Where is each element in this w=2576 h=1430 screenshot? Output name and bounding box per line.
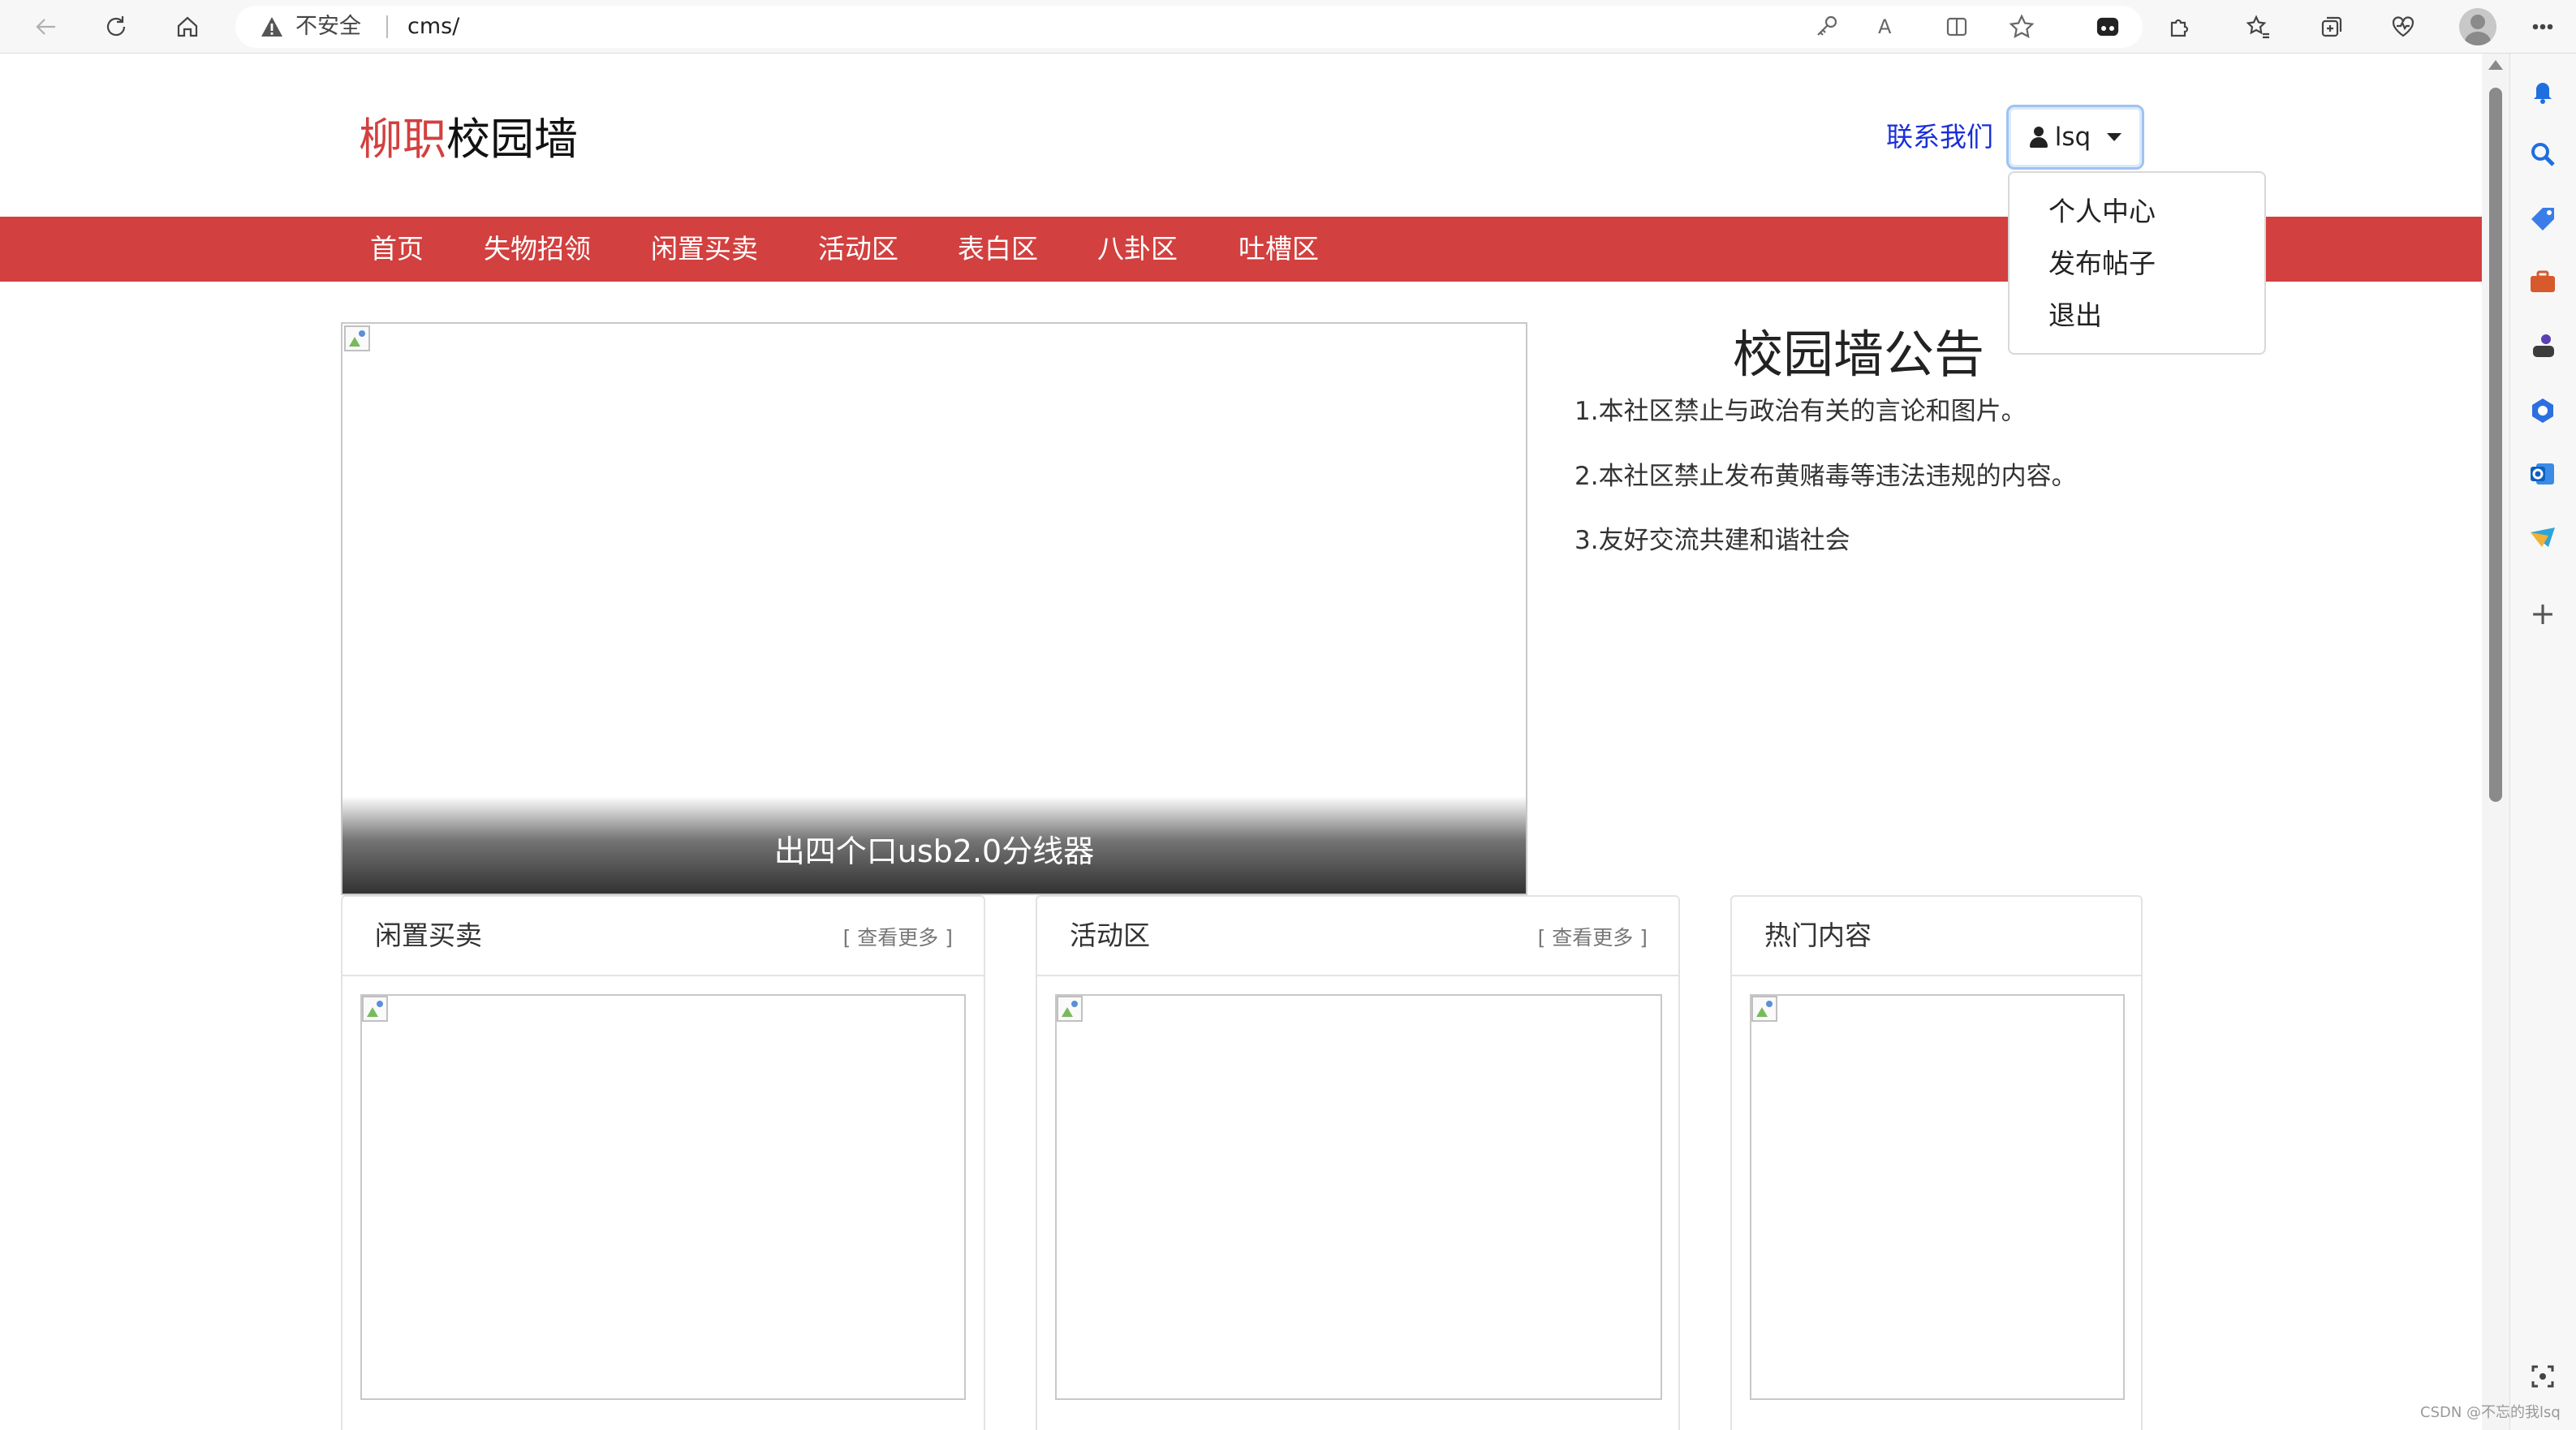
- drop-send-icon[interactable]: [2526, 521, 2559, 553]
- key-icon[interactable]: [1813, 13, 1841, 41]
- extension-tampermonkey-icon[interactable]: [2087, 6, 2128, 47]
- menu-item-profile[interactable]: 个人中心: [2048, 194, 2156, 230]
- user-name: lsq: [2054, 123, 2091, 152]
- brand-part-red: 柳职: [359, 114, 446, 165]
- web-page: 柳职校园墙 联系我们 lsq 首页 失物招领 闲置买卖 活动区 表白区 八卦区 …: [0, 54, 2482, 1430]
- more-menu-icon[interactable]: [2522, 6, 2563, 47]
- watermark-text: CSDN @不忘的我lsq: [2420, 1404, 2561, 1421]
- extensions-puzzle-icon[interactable]: [2159, 6, 2199, 47]
- user-menu-button[interactable]: lsq: [2006, 105, 2144, 170]
- menu-item-publish-post[interactable]: 发布帖子: [2048, 246, 2156, 282]
- nav-item-home[interactable]: 首页: [370, 217, 424, 282]
- favorites-list-icon[interactable]: [2238, 6, 2279, 47]
- security-status: 不安全: [295, 14, 361, 39]
- tools-briefcase-icon[interactable]: [2526, 266, 2559, 299]
- user-dropdown-menu: 个人中心 发布帖子 退出: [2008, 171, 2266, 355]
- outlook-icon[interactable]: [2526, 458, 2559, 490]
- card-image[interactable]: [360, 994, 966, 1400]
- card-title: 活动区: [1070, 920, 1150, 951]
- microsoft-365-icon[interactable]: [2526, 394, 2559, 427]
- split-screen-icon[interactable]: [1943, 13, 1971, 41]
- nav-item-lost-found[interactable]: 失物招领: [484, 217, 591, 282]
- view-more-link[interactable]: [ 查看更多 ]: [843, 926, 953, 950]
- browser-toolbar: 不安全 cms/ A: [0, 0, 2576, 54]
- card-title: 闲置买卖: [375, 920, 482, 951]
- address-bar[interactable]: 不安全 cms/ A: [235, 6, 2143, 48]
- collections-icon[interactable]: [2311, 6, 2352, 47]
- shopping-tag-icon[interactable]: [2526, 203, 2559, 235]
- card-activity: 活动区 [ 查看更多 ]: [1036, 895, 1680, 1430]
- nav-item-rant[interactable]: 吐槽区: [1238, 217, 1319, 282]
- games-icon[interactable]: [2526, 330, 2559, 362]
- card-second-hand: 闲置买卖 [ 查看更多 ]: [341, 895, 985, 1430]
- card-header: 闲置买卖 [ 查看更多 ]: [342, 897, 984, 976]
- user-icon: [2029, 127, 2048, 148]
- back-icon[interactable]: [26, 6, 67, 47]
- read-aloud-icon[interactable]: A: [1878, 13, 1906, 41]
- broken-image-icon: [1057, 996, 1083, 1022]
- notice-item-3: 3.友好交流共建和谐社会: [1574, 526, 1850, 555]
- site-brand[interactable]: 柳职校园墙: [359, 111, 578, 168]
- card-header: 活动区 [ 查看更多 ]: [1037, 897, 1678, 976]
- nav-item-second-hand[interactable]: 闲置买卖: [651, 217, 758, 282]
- broken-image-icon: [362, 996, 388, 1022]
- favorite-star-icon[interactable]: [2008, 13, 2035, 41]
- broken-image-icon: [344, 325, 370, 351]
- home-icon[interactable]: [167, 6, 208, 47]
- card-header: 热门内容: [1732, 897, 2141, 976]
- notice-item-2: 2.本社区禁止发布黄赌毒等违法违规的内容。: [1574, 462, 2077, 491]
- browser-essentials-icon[interactable]: [2383, 6, 2423, 47]
- nav-item-activity[interactable]: 活动区: [818, 217, 898, 282]
- screenshot-capture-icon[interactable]: [2526, 1360, 2559, 1393]
- nav-item-gossip[interactable]: 八卦区: [1097, 217, 1178, 282]
- brand-part-black: 校园墙: [446, 114, 578, 165]
- card-image[interactable]: [1750, 994, 2125, 1400]
- notice-item-1: 1.本社区禁止与政治有关的言论和图片。: [1574, 397, 2027, 426]
- view-more-link[interactable]: [ 查看更多 ]: [1538, 926, 1648, 950]
- broken-image-icon: [1751, 996, 1777, 1022]
- card-image[interactable]: [1055, 994, 1662, 1400]
- card-title: 热门内容: [1764, 920, 1872, 951]
- notification-bell-icon[interactable]: [2526, 75, 2559, 107]
- caret-down-icon: [2107, 133, 2122, 141]
- address-separator: [386, 15, 388, 38]
- profile-avatar[interactable]: [2459, 8, 2496, 45]
- carousel-caption[interactable]: 出四个口usb2.0分线器: [342, 832, 1526, 871]
- menu-item-logout[interactable]: 退出: [2048, 298, 2102, 334]
- warning-icon: [260, 15, 284, 39]
- scroll-thumb[interactable]: [2489, 88, 2502, 802]
- page-scrollbar[interactable]: [2482, 54, 2509, 1430]
- search-icon[interactable]: [2526, 138, 2559, 170]
- refresh-icon[interactable]: [96, 6, 136, 47]
- browser-sidebar: +: [2509, 54, 2576, 1430]
- card-hot-content: 热门内容: [1730, 895, 2143, 1430]
- contact-us-link[interactable]: 联系我们: [1886, 119, 1993, 155]
- carousel[interactable]: 出四个口usb2.0分线器: [341, 322, 1527, 895]
- add-sidebar-app-icon[interactable]: +: [2526, 597, 2559, 630]
- scroll-up-arrow-icon[interactable]: [2488, 60, 2503, 70]
- nav-item-confession[interactable]: 表白区: [958, 217, 1038, 282]
- address-url[interactable]: cms/: [407, 15, 459, 39]
